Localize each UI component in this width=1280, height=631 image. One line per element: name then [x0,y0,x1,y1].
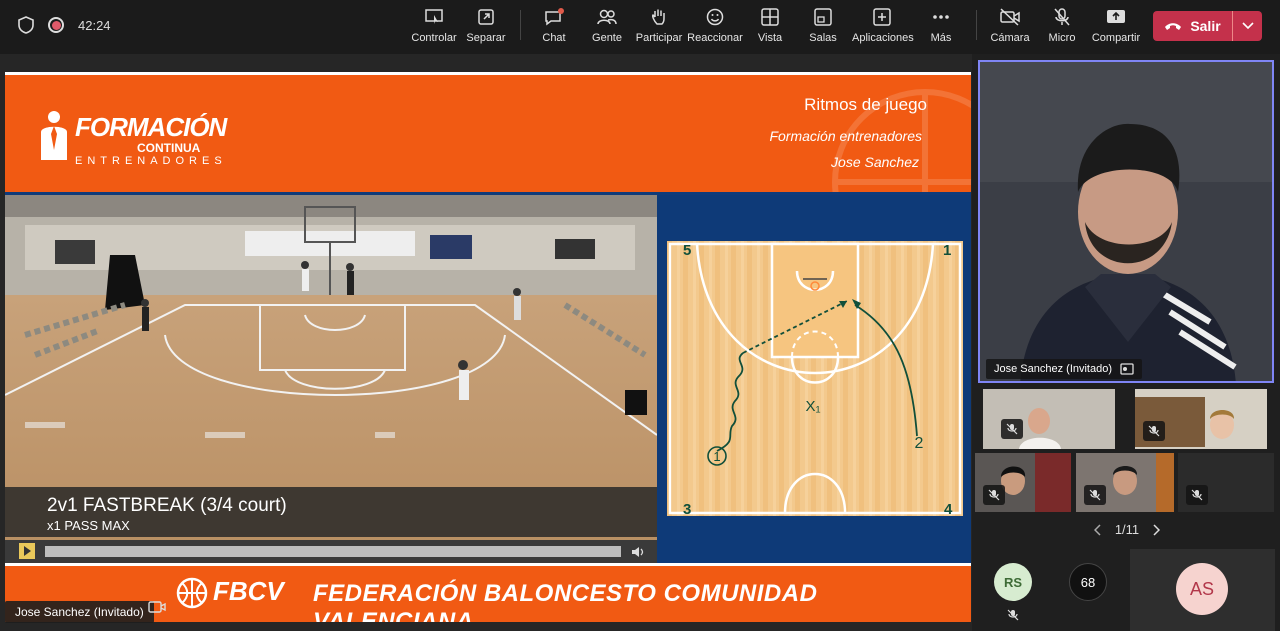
apps-icon [873,8,891,26]
mic-off-icon [1143,421,1165,441]
participant-tile[interactable] [983,389,1115,449]
mic-button[interactable]: Micro [1034,8,1090,44]
corner-label-bl: 3 [683,501,692,518]
court-diagram-panel: 1 2 X₁ 5 1 3 4 [657,195,971,563]
mic-off-icon [1186,485,1208,505]
corner-label-tr: 1 [943,242,952,259]
participant-tile[interactable] [1178,453,1274,512]
hangup-icon [1165,23,1182,30]
player-2-label: 2 [915,435,924,452]
screen-share-indicator-icon [148,601,166,613]
video-subtitle: x1 PASS MAX [47,518,130,533]
coach-silhouette-icon [41,111,67,160]
leave-main[interactable]: Salir [1153,11,1232,41]
speaker-name-tag: Jose Sanchez (Invitado) [986,359,1143,379]
mic-off-icon [1001,419,1023,439]
raise-hand-button[interactable]: Participar [631,8,687,44]
avatar-as: AS [1176,563,1228,615]
participant-tile[interactable] [975,453,1071,512]
corner-label-br: 4 [944,501,953,518]
leave-options-button[interactable] [1232,11,1262,41]
volume-icon[interactable] [631,546,645,558]
fbcv-logo: FBCV [213,576,284,606]
view-icon [761,8,779,26]
participant-tile[interactable] [1076,453,1174,512]
leave-button[interactable]: Salir [1153,11,1262,41]
more-button[interactable]: Más [913,8,969,44]
meeting-toolbar: 42:24 Controlar Separar Chat Gente Parti… [0,0,1280,54]
apps-button[interactable]: Aplicaciones [852,8,914,44]
camera-button[interactable]: Cámara [982,8,1038,44]
chat-icon [545,8,564,26]
slide-author: Jose Sanchez [831,154,919,170]
more-participants-count[interactable]: 68 [1069,563,1107,601]
mic-off-icon [1084,485,1106,505]
chevron-right-icon[interactable] [1152,524,1160,536]
toolbar-left: 42:24 [18,16,111,34]
corner-label-tl: 5 [683,242,692,259]
smile-icon [706,8,724,26]
video-seek-bar[interactable] [45,546,621,557]
more-icon [933,15,949,19]
basketball-icon [176,577,208,609]
mic-off-icon [983,485,1005,505]
formacion-logo: FORMACIÓN CONTINUA ENTRENADORES [37,110,237,167]
raise-hand-icon [652,9,665,25]
view-button[interactable]: Vista [742,8,798,44]
share-button[interactable]: Compartir [1088,8,1144,44]
footer-text: FEDERACIÓN BALONCESTO COMUNIDAD VALENCIA… [313,580,818,622]
speaker-image [980,62,1272,381]
play-icon[interactable] [19,543,35,559]
chevron-left-icon[interactable] [1094,524,1102,536]
defender-label: X₁ [805,398,820,415]
chevron-down-icon [1241,22,1254,30]
mic-off-icon [1054,8,1070,26]
recording-icon [48,17,64,33]
player-1-label: 1 [713,449,720,464]
shared-slide: FORMACIÓN CONTINUA ENTRENADORES Ritmos d… [5,72,971,622]
slide-header: FORMACIÓN CONTINUA ENTRENADORES Ritmos d… [5,72,971,192]
chat-button[interactable]: Chat [526,8,582,44]
slide-subtitle: Formación entrenadores [769,128,922,144]
react-button[interactable]: Reaccionar [687,8,743,44]
speaker-video[interactable]: Jose Sanchez (Invitado) [978,60,1274,383]
camera-off-icon [1000,8,1020,26]
court-diagram: 1 2 X₁ [667,241,963,516]
popout-button[interactable]: Separar [458,8,514,44]
presenter-name-tag: Jose Sanchez (Invitado) [5,601,154,623]
control-icon [425,9,443,24]
gallery-pager: 1/11 [1094,522,1160,537]
mic-off-icon [1007,609,1019,621]
drill-video[interactable]: 2v1 FASTBREAK (3/4 court) x1 PASS MAX [5,195,657,563]
shared-content-area: FORMACIÓN CONTINUA ENTRENADORES Ritmos d… [0,54,972,631]
people-button[interactable]: Gente [579,8,635,44]
meeting-timer: 42:24 [78,17,111,33]
video-title: 2v1 FASTBREAK (3/4 court) [47,495,287,516]
people-icon [597,9,617,25]
shield-icon [18,16,34,34]
page-indicator: 1/11 [1114,522,1140,537]
popout-icon [478,9,494,25]
presenter-icon [1120,363,1134,375]
video-controls [5,540,657,563]
avatar-rs[interactable]: RS [994,563,1032,601]
slide-title: Ritmos de juego [804,95,927,114]
rooms-icon [814,8,832,26]
participant-tile[interactable] [1135,389,1267,449]
share-icon [1107,10,1125,23]
self-tile[interactable]: AS [1130,549,1275,631]
control-button[interactable]: Controlar [406,8,462,44]
rooms-button[interactable]: Salas [795,8,851,44]
video-caption: 2v1 FASTBREAK (3/4 court) x1 PASS MAX [5,487,657,537]
